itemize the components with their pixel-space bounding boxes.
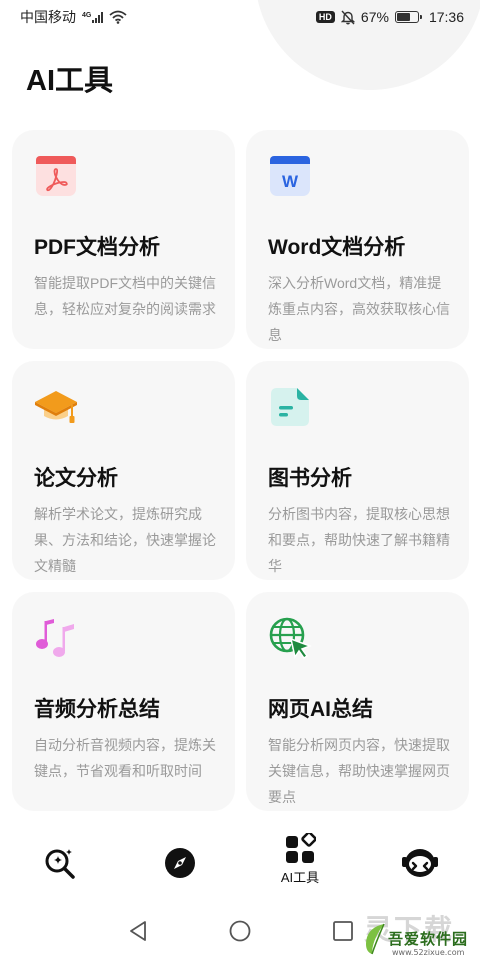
compass-icon [165,848,195,878]
tool-title: Word文档分析 [268,236,406,259]
tool-card-thesis[interactable]: 论文分析 解析学术论文，提炼研究成果、方法和结论，快速掌握论文精髓 [12,361,235,580]
svg-text:W: W [282,172,299,191]
status-right: HD 67% 17:36 [315,9,464,25]
home-icon[interactable] [228,919,252,943]
globe-cursor-icon [269,617,312,660]
tool-title: 网页AI总结 [268,698,373,721]
word-doc-icon: W [270,156,310,196]
nav-item-search[interactable] [20,826,100,898]
status-left: 中国移动 4G [20,7,127,27]
tool-description: 解析学术论文，提炼研究成果、方法和结论，快速掌握论文精髓 [34,506,216,574]
pdf-icon [36,156,76,196]
hd-badge: HD [315,11,335,23]
tool-card-audio[interactable]: 音频分析总结 自动分析音视频内容，提炼关键点，节省观看和听取时间 [12,592,235,811]
watermark-url: www.52zixue.com [392,948,465,957]
book-document-icon [271,388,309,426]
bell-muted-icon [340,10,355,24]
carrier-name: 中国移动 [20,9,76,25]
nav-item-assistant[interactable] [380,826,460,898]
tool-description: 分析图书内容，提取核心思想和要点，帮助快速了解书籍精华 [268,506,450,574]
nav-item-ai-tools[interactable]: AI工具 [260,826,340,898]
sparkle-search-icon [45,849,75,879]
signal-icon: 4G [82,11,104,23]
tool-card-web[interactable]: 网页AI总结 智能分析网页内容，快速提取关键信息，帮助快速掌握网页要点 [246,592,469,811]
tool-title: 论文分析 [34,467,118,490]
wifi-icon [109,10,127,24]
battery-icon [394,11,422,23]
tool-title: 音频分析总结 [34,698,160,721]
tool-description: 智能提取PDF文档中的关键信息，轻松应对复杂的阅读需求 [34,275,216,317]
tool-card-book[interactable]: 图书分析 分析图书内容，提取核心思想和要点，帮助快速了解书籍精华 [246,361,469,580]
network-type: 4G [82,12,92,19]
page-title: AI工具 [26,65,114,97]
tool-card-word[interactable]: W Word文档分析 深入分析Word文档，精准提炼重点内容，高效获取核心信息 [246,130,469,349]
battery-percent: 67% [360,9,389,25]
apps-grid-icon [286,833,316,863]
bottom-nav: AI工具 [0,826,480,898]
tool-description: 深入分析Word文档，精准提炼重点内容，高效获取核心信息 [268,275,450,343]
status-bar: 中国移动 4G HD 67% 17:36 [0,0,480,34]
robot-icon [402,849,438,877]
tool-description: 自动分析音视频内容，提炼关键点，节省观看和听取时间 [34,737,216,779]
tool-title: 图书分析 [268,467,352,490]
recent-apps-icon[interactable] [331,919,355,943]
tool-card-pdf[interactable]: PDF文档分析 智能提取PDF文档中的关键信息，轻松应对复杂的阅读需求 [12,130,235,349]
battery-fill [396,13,411,21]
clock: 17:36 [428,9,464,25]
nav-item-discover[interactable] [140,826,220,898]
watermark-brand: 吾爱软件园 [388,930,469,948]
graduation-cap-icon [35,391,77,423]
tool-title: PDF文档分析 [34,236,160,259]
back-icon[interactable] [126,919,150,943]
nav-label-ai-tools: AI工具 [280,870,320,885]
tool-description: 智能分析网页内容，快速提取关键信息，帮助快速掌握网页要点 [268,737,450,805]
tools-grid: PDF文档分析 智能提取PDF文档中的关键信息，轻松应对复杂的阅读需求 W Wo… [0,0,480,960]
leaf-logo-icon [366,923,385,955]
music-notes-icon [36,619,74,657]
watermark: 灵下载 吾爱软件园 www.52zixue.com [362,908,480,960]
